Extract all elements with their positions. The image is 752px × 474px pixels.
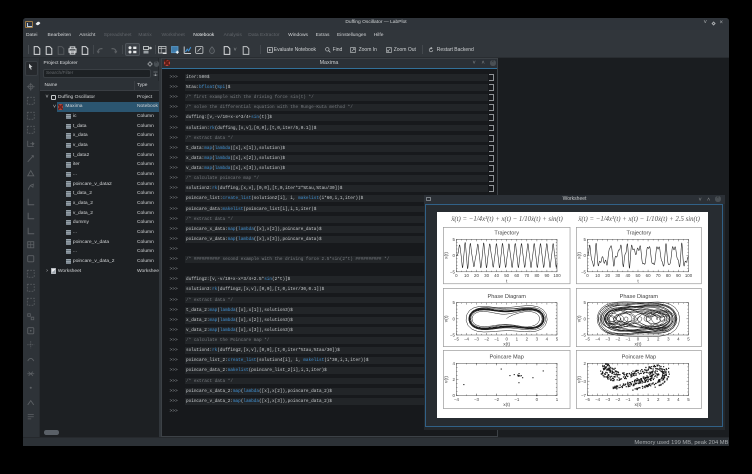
svg-text:−5: −5 xyxy=(450,270,456,275)
svg-text:v(t): v(t) xyxy=(444,315,450,322)
svg-text:−2: −2 xyxy=(494,397,500,402)
svg-text:−3: −3 xyxy=(605,336,611,341)
svg-text:50: 50 xyxy=(505,274,510,279)
svg-text:Phase Diagram: Phase Diagram xyxy=(488,294,527,300)
svg-text:−5: −5 xyxy=(581,333,587,338)
svg-text:−1: −1 xyxy=(626,336,632,341)
svg-text:x(t): x(t) xyxy=(504,403,511,409)
svg-text:10: 10 xyxy=(595,274,600,279)
svg-text:−4: −4 xyxy=(595,397,601,402)
svg-text:x(t): x(t) xyxy=(504,342,511,347)
svg-text:x(t): x(t) xyxy=(635,342,642,347)
svg-text:−1: −1 xyxy=(626,397,632,402)
svg-text:70: 70 xyxy=(656,274,661,279)
svg-text:30: 30 xyxy=(616,274,621,279)
svg-text:−3: −3 xyxy=(474,397,480,402)
svg-text:40: 40 xyxy=(495,274,500,279)
svg-text:−2: −2 xyxy=(616,397,622,402)
svg-text:60: 60 xyxy=(646,274,651,279)
svg-text:x(t): x(t) xyxy=(444,252,450,259)
svg-text:v(t): v(t) xyxy=(577,376,583,383)
svg-text:v(t): v(t) xyxy=(577,315,583,322)
svg-text:Phase Diagram: Phase Diagram xyxy=(620,294,659,300)
svg-text:v(t): v(t) xyxy=(444,376,450,383)
svg-text:Poincare Map: Poincare Map xyxy=(490,355,524,361)
svg-text:10: 10 xyxy=(464,274,469,279)
svg-text:x(t): x(t) xyxy=(577,252,583,259)
svg-text:70: 70 xyxy=(525,274,530,279)
svg-text:−3: −3 xyxy=(474,336,480,341)
svg-text:90: 90 xyxy=(676,274,681,279)
svg-text:80: 80 xyxy=(666,274,671,279)
svg-text:100: 100 xyxy=(554,274,562,279)
svg-text:−7: −7 xyxy=(581,394,587,399)
svg-text:Poincare Map: Poincare Map xyxy=(622,355,656,361)
svg-text:20: 20 xyxy=(474,274,479,279)
svg-text:−4: −4 xyxy=(464,336,470,341)
svg-text:−1: −1 xyxy=(515,397,521,402)
svg-text:20: 20 xyxy=(606,274,611,279)
svg-text:Trajectory: Trajectory xyxy=(627,231,652,237)
svg-text:−5: −5 xyxy=(581,270,587,275)
svg-text:−4: −4 xyxy=(595,336,601,341)
svg-text:−2: −2 xyxy=(484,336,490,341)
svg-text:30: 30 xyxy=(485,274,490,279)
svg-text:−5: −5 xyxy=(450,333,456,338)
svg-text:40: 40 xyxy=(626,274,631,279)
svg-text:−3: −3 xyxy=(605,397,611,402)
svg-text:Trajectory: Trajectory xyxy=(495,231,520,237)
svg-text:−2: −2 xyxy=(616,336,622,341)
svg-text:−1: −1 xyxy=(494,336,500,341)
svg-text:80: 80 xyxy=(535,274,540,279)
svg-text:90: 90 xyxy=(545,274,550,279)
svg-text:x(t): x(t) xyxy=(635,403,642,409)
svg-text:50: 50 xyxy=(636,274,641,279)
svg-text:60: 60 xyxy=(515,274,520,279)
svg-text:100: 100 xyxy=(685,274,693,279)
